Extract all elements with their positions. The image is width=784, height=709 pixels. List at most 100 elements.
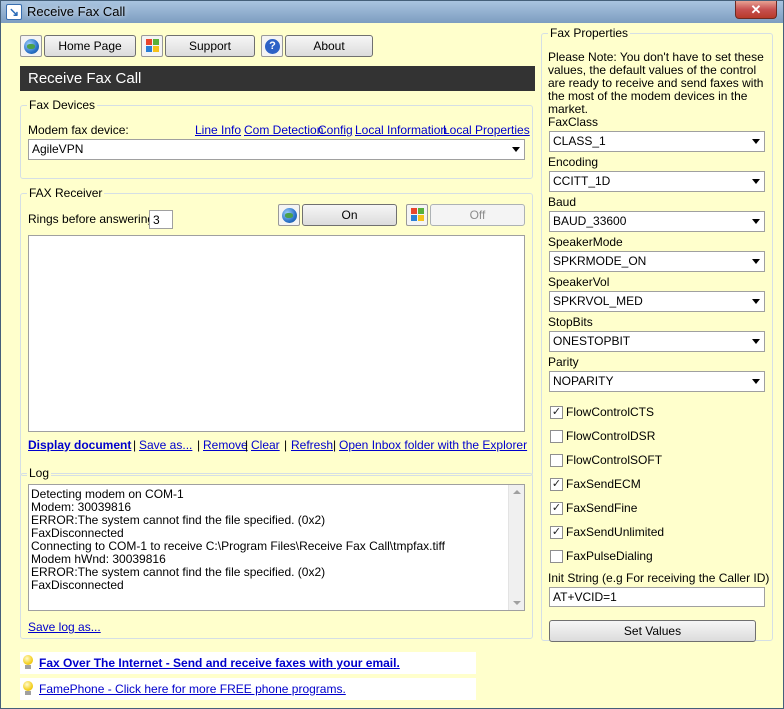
rings-label: Rings before answering: <box>28 212 158 226</box>
title-bar[interactable]: ↘ Receive Fax Call ✕ <box>1 1 783 23</box>
windows-logo-icon <box>411 208 425 222</box>
baud-value: BAUD_33600 <box>553 214 627 228</box>
stopbits-value: ONESTOPBIT <box>553 334 631 348</box>
famephone-link[interactable]: FamePhone - Click here for more FREE pho… <box>39 682 346 696</box>
chevron-down-icon <box>752 259 760 264</box>
save-log-link[interactable]: Save log as... <box>28 620 101 634</box>
fax-over-internet-link[interactable]: Fax Over The Internet - Send and receive… <box>39 656 400 670</box>
fax-properties-group: Fax Properties Please Note: You don't ha… <box>541 26 773 642</box>
chevron-down-icon <box>752 179 760 184</box>
config-link[interactable]: Config <box>318 123 353 137</box>
init-string-label: Init String (e.g For receiving the Calle… <box>548 571 770 585</box>
separator: | <box>133 438 137 452</box>
on-icon-button[interactable] <box>278 204 300 226</box>
speakermode-value: SPKRMODE_ON <box>553 254 647 268</box>
log-group: Log Detecting modem on COM-1 Modem: 3003… <box>20 466 533 639</box>
fax-devices-group: Fax Devices Modem fax device: Line Info … <box>20 98 533 179</box>
received-fax-list[interactable] <box>28 235 525 432</box>
faxclass-label: FaxClass <box>548 115 599 129</box>
log-line: FaxDisconnected <box>31 578 124 592</box>
line-info-link[interactable]: Line Info <box>195 123 241 137</box>
chevron-down-icon <box>512 147 520 152</box>
fax-properties-label: Fax Properties <box>548 26 631 40</box>
separator: | <box>333 438 337 452</box>
home-icon-button[interactable] <box>20 35 42 57</box>
on-button[interactable]: On <box>302 204 397 226</box>
chevron-down-icon <box>752 299 760 304</box>
checkbox-checked-icon[interactable]: ✓ <box>550 526 563 539</box>
fax-receiver-group: FAX Receiver Rings before answering: 3 O… <box>20 186 533 476</box>
set-values-button[interactable]: Set Values <box>549 620 756 642</box>
separator: | <box>197 438 201 452</box>
stopbits-select[interactable]: ONESTOPBIT <box>549 331 765 352</box>
window-title: Receive Fax Call <box>27 4 126 19</box>
remove-link[interactable]: Remove <box>203 438 248 452</box>
about-button[interactable]: About <box>285 35 373 57</box>
checkbox-unchecked-icon[interactable] <box>550 550 563 563</box>
log-textarea[interactable]: Detecting modem on COM-1 Modem: 30039816… <box>28 484 525 611</box>
checkbox-checked-icon[interactable]: ✓ <box>550 502 563 515</box>
modem-device-select[interactable]: AgileVPN <box>28 139 525 160</box>
globe-icon <box>24 39 39 54</box>
support-button[interactable]: Support <box>165 35 255 57</box>
chevron-down-icon <box>752 339 760 344</box>
speakermode-select[interactable]: SPKRMODE_ON <box>549 251 765 272</box>
off-button[interactable]: Off <box>430 204 525 226</box>
windows-logo-icon <box>146 39 160 53</box>
promo-fax-internet[interactable]: Fax Over The Internet - Send and receive… <box>20 652 476 674</box>
parity-label: Parity <box>548 355 579 369</box>
fax-receiver-label: FAX Receiver <box>27 186 105 200</box>
separator: | <box>284 438 288 452</box>
properties-note: Please Note: You don't have to set these… <box>548 50 764 116</box>
encoding-select[interactable]: CCITT_1D <box>549 171 765 192</box>
refresh-link[interactable]: Refresh <box>291 438 333 452</box>
about-icon-button[interactable]: ? <box>261 35 283 57</box>
modem-device-label: Modem fax device: <box>28 123 129 137</box>
promo-famephone[interactable]: FamePhone - Click here for more FREE pho… <box>20 678 476 700</box>
parity-select[interactable]: NOPARITY <box>549 371 765 392</box>
checkbox-unchecked-icon[interactable] <box>550 454 563 467</box>
encoding-value: CCITT_1D <box>553 174 611 188</box>
encoding-label: Encoding <box>548 155 599 169</box>
home-page-button[interactable]: Home Page <box>44 35 136 57</box>
clear-link[interactable]: Clear <box>251 438 280 452</box>
separator: | <box>245 438 249 452</box>
client-area: Home Page Support ? About Receive Fax Ca… <box>8 23 778 703</box>
open-inbox-link[interactable]: Open Inbox folder with the Explorer <box>339 438 527 452</box>
support-icon-button[interactable] <box>141 35 163 57</box>
checkbox-checked-icon[interactable]: ✓ <box>550 478 563 491</box>
stopbits-label: StopBits <box>548 315 593 329</box>
lightbulb-icon <box>22 681 34 695</box>
log-scrollbar[interactable] <box>508 485 524 610</box>
close-button[interactable]: ✕ <box>735 1 777 19</box>
help-icon: ? <box>265 39 280 54</box>
speakermode-label: SpeakerMode <box>548 235 623 249</box>
baud-select[interactable]: BAUD_33600 <box>549 211 765 232</box>
globe-icon <box>282 208 297 223</box>
log-label: Log <box>27 466 52 480</box>
chevron-down-icon <box>752 139 760 144</box>
lightbulb-icon <box>22 655 34 669</box>
parity-value: NOPARITY <box>553 374 614 388</box>
scroll-up-icon[interactable] <box>513 490 521 494</box>
off-icon-button[interactable] <box>406 204 428 226</box>
app-icon: ↘ <box>6 4 22 20</box>
modem-device-value: AgileVPN <box>32 142 84 156</box>
checkbox-unchecked-icon[interactable] <box>550 430 563 443</box>
local-information-link[interactable]: Local Information <box>355 123 447 137</box>
display-document-link[interactable]: Display document <box>28 438 131 452</box>
checkbox-checked-icon[interactable]: ✓ <box>550 406 563 419</box>
fax-devices-label: Fax Devices <box>27 98 98 112</box>
speakervol-select[interactable]: SPKRVOL_MED <box>549 291 765 312</box>
chevron-down-icon <box>752 219 760 224</box>
speakervol-label: SpeakerVol <box>548 275 610 289</box>
com-detection-link[interactable]: Com Detection <box>244 123 323 137</box>
page-title: Receive Fax Call <box>20 66 535 91</box>
local-properties-link[interactable]: Local Properties <box>443 123 530 137</box>
baud-label: Baud <box>548 195 577 209</box>
rings-input[interactable]: 3 <box>149 210 173 229</box>
init-string-input[interactable]: AT+VCID=1 <box>549 587 765 607</box>
faxclass-select[interactable]: CLASS_1 <box>549 131 765 152</box>
scroll-down-icon[interactable] <box>513 601 521 605</box>
save-as-link[interactable]: Save as... <box>139 438 192 452</box>
